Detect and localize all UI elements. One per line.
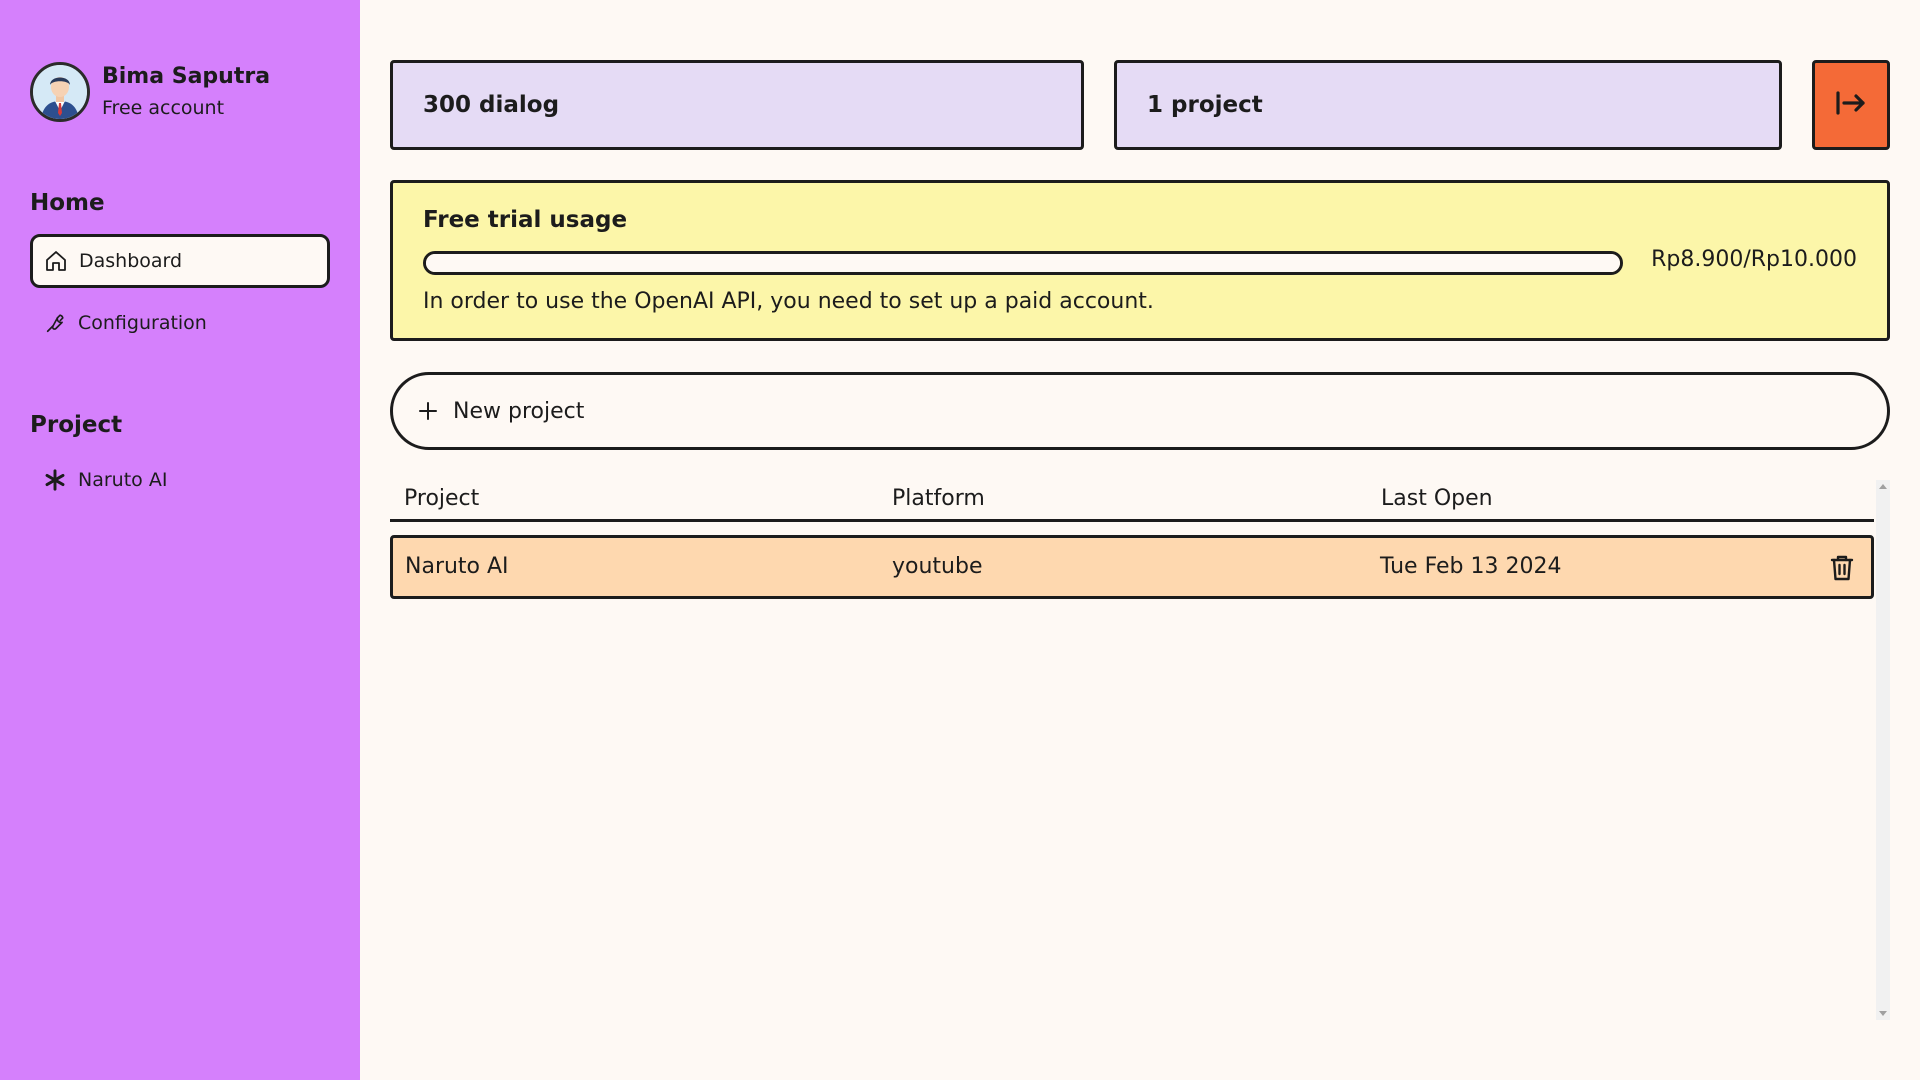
usage-amount: Rp8.900/Rp10.000 xyxy=(1651,247,1857,272)
project-count: 1 project xyxy=(1147,92,1263,118)
project-count-card: 1 project xyxy=(1114,60,1782,150)
sidebar-item-label: Dashboard xyxy=(79,250,183,272)
free-trial-card: Free trial usage Rp8.900/Rp10.000 In ord… xyxy=(390,180,1890,341)
user-profile: Bima Saputra Free account xyxy=(30,62,270,122)
dialog-count: 300 dialog xyxy=(423,92,560,118)
logout-button[interactable] xyxy=(1812,60,1890,150)
trial-note: In order to use the OpenAI API, you need… xyxy=(423,289,1154,314)
sidebar: Bima Saputra Free account Home Dashboard… xyxy=(0,0,360,1080)
sidebar-item-configuration[interactable]: Configuration xyxy=(30,296,330,350)
column-header-project[interactable]: Project xyxy=(404,486,479,511)
plus-icon xyxy=(415,398,441,424)
wrench-icon xyxy=(42,310,68,336)
project-section-title: Project xyxy=(30,412,123,438)
column-header-last-open[interactable]: Last Open xyxy=(1381,486,1493,511)
account-type: Free account xyxy=(102,96,225,119)
dialog-count-card: 300 dialog xyxy=(390,60,1084,150)
last-open-cell: Tue Feb 13 2024 xyxy=(1380,554,1562,579)
usage-progress-bar xyxy=(423,251,1623,275)
usage-progress-fill xyxy=(426,254,1620,272)
table-row[interactable]: Naruto AI youtube Tue Feb 13 2024 xyxy=(390,535,1874,599)
table-header: Project Platform Last Open xyxy=(390,480,1874,522)
logout-icon xyxy=(1835,89,1867,121)
home-icon xyxy=(43,248,69,274)
avatar xyxy=(30,62,90,122)
scroll-up-arrow[interactable] xyxy=(1879,484,1887,489)
user-name: Bima Saputra xyxy=(102,63,271,89)
trash-icon[interactable] xyxy=(1829,554,1855,582)
sidebar-item-naruto-ai[interactable]: Naruto AI xyxy=(30,453,330,507)
trial-title: Free trial usage xyxy=(423,207,628,233)
platform-cell: youtube xyxy=(892,554,983,579)
new-project-button[interactable]: New project xyxy=(390,372,1890,450)
new-project-label: New project xyxy=(453,398,585,424)
home-section-title: Home xyxy=(30,190,105,216)
sidebar-item-dashboard[interactable]: Dashboard xyxy=(30,234,330,288)
table-scrollbar[interactable] xyxy=(1876,480,1890,1020)
asterisk-icon xyxy=(42,467,68,493)
scroll-down-arrow[interactable] xyxy=(1879,1011,1887,1016)
sidebar-item-label: Naruto AI xyxy=(78,469,168,491)
projects-table: Project Platform Last Open Naruto AI you… xyxy=(390,480,1874,1020)
sidebar-item-label: Configuration xyxy=(78,312,207,334)
column-header-platform[interactable]: Platform xyxy=(892,486,985,511)
project-name-cell: Naruto AI xyxy=(405,554,509,579)
